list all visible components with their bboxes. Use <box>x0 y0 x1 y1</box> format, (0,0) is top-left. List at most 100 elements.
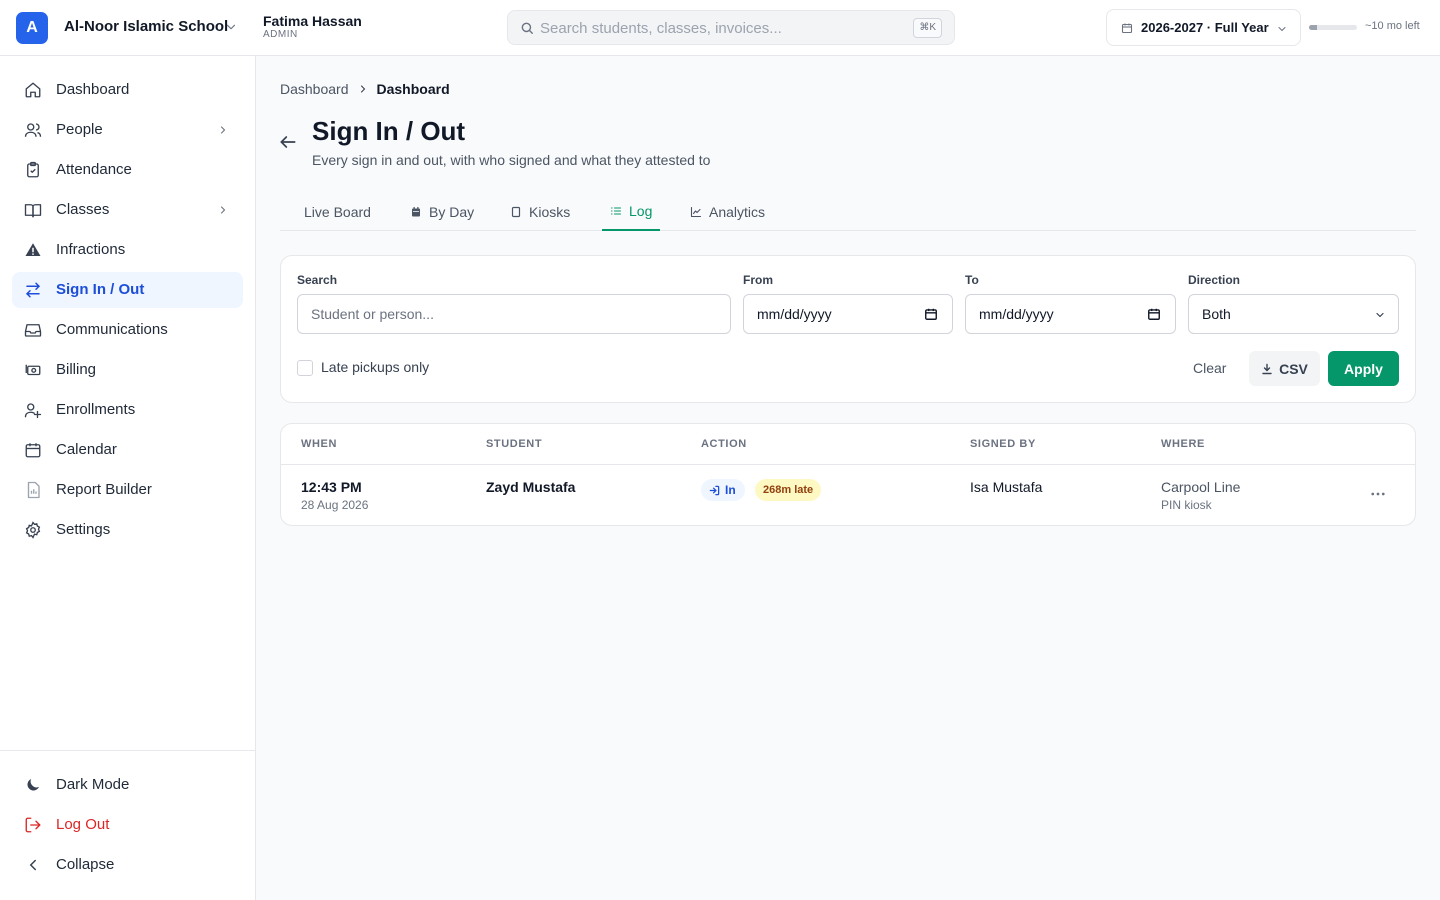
sidebar-item-label: Communications <box>56 321 168 338</box>
year-progress-fill <box>1309 25 1318 30</box>
late-pickups-label[interactable]: Late pickups only <box>321 359 429 375</box>
calendar-icon <box>412 206 420 216</box>
row-time: 12:43 PM <box>301 479 362 495</box>
column-header: SIGNED BY <box>970 438 1036 450</box>
column-header: ACTION <box>701 438 747 450</box>
chevron-left-icon <box>29 859 36 871</box>
row-where-detail: PIN kiosk <box>1161 498 1212 512</box>
sidebar-item-communications[interactable]: Communications <box>12 312 243 348</box>
home-icon <box>25 82 41 98</box>
calendar-icon <box>1121 23 1133 34</box>
sidebar-item-calendar[interactable]: Calendar <box>12 432 243 468</box>
school-year-select[interactable]: 2026-2027 · Full Year <box>1106 9 1301 46</box>
table-header: WHEN STUDENT ACTION SIGNED BY WHERE <box>281 424 1415 465</box>
chevron-right-icon <box>360 85 365 93</box>
sidebar-item-label: Infractions <box>56 241 126 258</box>
row-where: Carpool Line <box>1161 479 1241 495</box>
row-signed-by: Isa Mustafa <box>970 479 1043 495</box>
school-logo[interactable]: A <box>16 12 48 44</box>
sidebar-item-sign-in-out[interactable]: Sign In / Out <box>12 272 243 308</box>
sidebar-item-infractions[interactable]: Infractions <box>12 232 243 268</box>
log-out-button[interactable]: Log Out <box>12 807 243 843</box>
dark-mode-toggle[interactable]: Dark Mode <box>12 767 243 803</box>
collapse-label: Collapse <box>56 856 115 873</box>
tab-by-day[interactable]: By Day <box>410 192 474 231</box>
moon-icon <box>27 779 39 791</box>
calendar-icon <box>25 443 41 458</box>
sidebar-item-dashboard[interactable]: Dashboard <box>12 72 243 108</box>
sidebar-item-label: People <box>56 121 103 138</box>
search-input[interactable] <box>540 17 900 39</box>
chevron-right-icon <box>220 206 226 214</box>
inbox-icon <box>24 324 42 337</box>
sidebar-item-enrollments[interactable]: Enrollments <box>12 392 243 428</box>
main-content: Dashboard Dashboard Sign In / Out Every … <box>256 56 1440 900</box>
sidebar-item-settings[interactable]: Settings <box>12 512 243 548</box>
sidebar-item-classes[interactable]: Classes <box>12 192 243 228</box>
calendar-icon[interactable] <box>924 307 938 321</box>
csv-export-button[interactable]: CSV <box>1249 351 1320 386</box>
search-filter-label: Search <box>297 273 338 287</box>
action-badge: In <box>701 479 745 501</box>
breadcrumb-current: Dashboard <box>376 81 450 97</box>
action-label: In <box>725 483 736 497</box>
money-icon <box>25 364 41 376</box>
from-date-input[interactable]: mm/dd/yyyy <box>743 294 953 334</box>
collapse-sidebar-button[interactable]: Collapse <box>12 847 243 883</box>
table-row[interactable]: 12:43 PM 28 Aug 2026 Zayd Mustafa In 268… <box>281 465 1415 525</box>
tab-label: Analytics <box>709 203 766 220</box>
sign-in-icon <box>709 485 720 495</box>
global-search[interactable]: ⌘K <box>507 10 955 45</box>
users-icon <box>24 123 42 137</box>
late-pickups-checkbox[interactable] <box>297 360 313 376</box>
tab-label: Live Board <box>304 203 371 220</box>
tab-live-board[interactable]: Live Board <box>304 192 371 231</box>
clear-button[interactable]: Clear <box>1183 351 1236 386</box>
sidebar-item-label: Report Builder <box>56 481 152 498</box>
breadcrumb-link[interactable]: Dashboard <box>280 81 349 97</box>
tab-kiosks[interactable]: Kiosks <box>510 192 570 231</box>
to-date-input[interactable]: mm/dd/yyyy <box>965 294 1176 334</box>
user-name: Fatima Hassan <box>263 13 362 29</box>
sidebar-item-label: Billing <box>56 361 97 378</box>
search-icon <box>521 22 533 34</box>
direction-select[interactable]: Both <box>1188 294 1399 334</box>
log-out-icon <box>25 817 41 833</box>
page-subtitle: Every sign in and out, with who signed a… <box>312 152 711 168</box>
back-arrow-icon[interactable] <box>278 132 298 152</box>
user-role: ADMIN <box>263 29 298 40</box>
search-filter-placeholder: Student or person... <box>311 306 434 322</box>
page-title: Sign In / Out <box>312 116 466 146</box>
sidebar-item-label: Classes <box>56 201 110 218</box>
school-name[interactable]: Al-Noor Islamic School <box>64 18 228 35</box>
sidebar-item-label: Calendar <box>56 441 117 458</box>
column-header: WHERE <box>1161 438 1205 450</box>
more-options-icon[interactable] <box>1369 485 1387 503</box>
tab-label: By Day <box>429 203 475 220</box>
calendar-icon[interactable] <box>1147 307 1161 321</box>
tab-analytics[interactable]: Analytics <box>690 192 765 231</box>
breadcrumb: Dashboard Dashboard <box>280 81 450 97</box>
shortcut-hint: ⌘K <box>913 18 942 38</box>
tablet-icon <box>511 206 521 217</box>
sidebar-item-billing[interactable]: Billing <box>12 352 243 388</box>
sidebar-item-label: Attendance <box>56 161 132 178</box>
sidebar-item-label: Sign In / Out <box>56 281 145 298</box>
chart-line-icon <box>690 206 702 217</box>
list-icon <box>610 206 622 215</box>
time-left-text: ~10 mo left <box>1365 20 1420 32</box>
late-badge: 268m late <box>755 479 822 501</box>
arrows-swap-icon <box>26 282 40 298</box>
sidebar-item-people[interactable]: People <box>12 112 243 148</box>
user-info[interactable]: Fatima Hassan ADMIN <box>263 13 362 41</box>
tab-log[interactable]: Log <box>602 192 661 231</box>
log-out-label: Log Out <box>56 816 110 833</box>
user-plus-icon <box>24 403 42 419</box>
sidebar-item-report-builder[interactable]: Report Builder <box>12 472 243 508</box>
apply-button[interactable]: Apply <box>1328 351 1399 386</box>
tab-label: Log <box>629 202 653 219</box>
student-search-input[interactable]: Student or person... <box>297 294 731 334</box>
sidebar-item-attendance[interactable]: Attendance <box>12 152 243 188</box>
chevron-down-icon[interactable] <box>224 20 238 34</box>
row-student[interactable]: Zayd Mustafa <box>486 479 575 495</box>
